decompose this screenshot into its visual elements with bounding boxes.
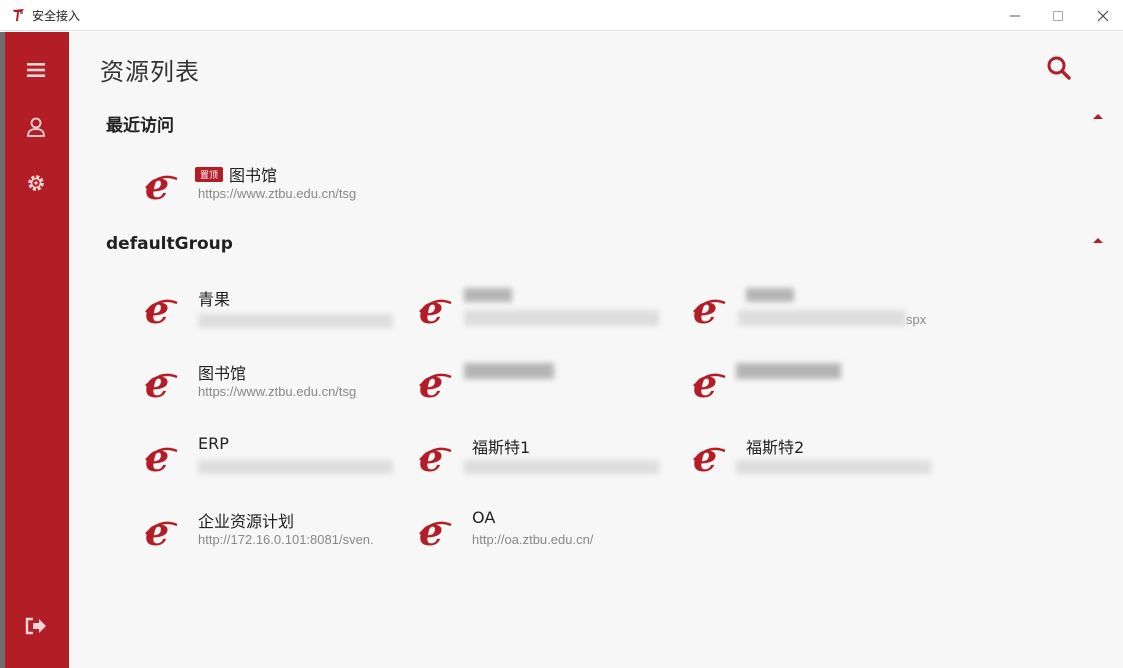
page-title: 资源列表 [100,58,200,86]
ie-browser-icon: e [419,514,452,550]
redacted-url [464,460,659,474]
close-button[interactable] [1083,0,1123,31]
ie-browser-icon: e [145,440,178,476]
ie-browser-icon: e [419,440,452,476]
sidebar-item-settings[interactable] [21,168,51,198]
resource-item[interactable]: e [691,360,961,416]
group-title-recent: 最近访问 [106,116,174,136]
title-bar: 安全接入 [0,0,1123,31]
redacted-url [738,310,906,326]
resource-name: 置顶 图书馆 [195,162,277,186]
redacted-name [736,363,841,379]
resource-name: 图书馆 [198,364,247,383]
minimize-button[interactable] [995,0,1035,31]
sidebar-item-menu[interactable] [21,55,51,85]
resource-item[interactable]: e ERP [143,434,413,490]
maximize-button[interactable] [1038,0,1078,31]
redacted-url [464,310,659,326]
resource-url: https://www.ztbu.edu.cn/tsg [198,186,357,201]
resource-item[interactable]: e 企业资源计划 http://172.16.0.101:8081/sven. [143,508,413,564]
ie-browser-icon: e [145,514,178,550]
search-icon [1047,56,1071,80]
maximize-icon [1053,10,1063,21]
close-icon [1097,10,1109,21]
sidebar-item-user[interactable] [21,112,51,142]
gear-icon [28,175,44,191]
ie-browser-icon: e [419,366,452,402]
logout-icon [25,617,46,635]
menu-icon [27,63,45,77]
resource-item[interactable]: e 福斯特1 [417,434,687,490]
resource-name-text: 图书馆 [229,166,278,185]
resource-name: 福斯特1 [472,438,531,457]
ie-browser-icon: e [145,168,178,204]
redacted-name [746,288,794,302]
resource-item-recent-library[interactable]: e 置顶 图书馆 https://www.ztbu.edu.cn/tsg [143,162,413,218]
resource-item[interactable]: e [417,360,687,416]
resource-name: ERP [198,434,229,453]
resource-name: OA [472,508,496,527]
ie-browser-icon: e [419,292,452,328]
resource-url: http://172.16.0.101:8081/sven. [198,532,374,547]
resource-name: 青果 [198,290,231,309]
redacted-name [464,288,512,302]
redacted-url [736,460,931,474]
minimize-icon [1010,15,1020,16]
user-icon [27,117,45,137]
resource-item[interactable]: e 图书馆 https://www.ztbu.edu.cn/tsg [143,360,413,416]
collapse-arrow-icon[interactable] [1092,112,1104,120]
ie-browser-icon: e [145,366,178,402]
resource-item[interactable]: e spx [691,286,961,342]
group-title-default: defaultGroup [106,234,233,254]
resource-url: spx [906,312,927,327]
collapse-arrow-icon[interactable] [1092,236,1104,244]
ie-browser-icon: e [693,366,726,402]
redacted-name [464,363,554,379]
main-content: 资源列表 最近访问 e 置顶 图书馆 https://www.ztbu.edu.c… [69,32,1123,668]
search-button[interactable] [1045,54,1073,82]
redacted-url [198,314,393,328]
resource-name: 企业资源计划 [198,512,295,531]
sidebar-item-logout[interactable] [21,611,51,641]
redacted-url [198,460,393,474]
resource-name: 福斯特2 [746,438,805,457]
resource-item[interactable]: e OA http://oa.ztbu.edu.cn/ [417,508,687,564]
resource-url: http://oa.ztbu.edu.cn/ [472,532,594,547]
pinned-badge: 置顶 [195,167,224,182]
resource-url: https://www.ztbu.edu.cn/tsg [198,384,357,399]
ie-browser-icon: e [693,292,726,328]
ie-browser-icon: e [145,292,178,328]
ie-browser-icon: e [693,440,726,476]
sidebar [0,32,69,668]
window-title: 安全接入 [32,9,81,23]
resource-item[interactable]: e [417,286,687,342]
resource-item[interactable]: e 福斯特2 [691,434,961,490]
resource-item[interactable]: e 青果 [143,286,413,342]
app-logo-icon [13,9,24,21]
